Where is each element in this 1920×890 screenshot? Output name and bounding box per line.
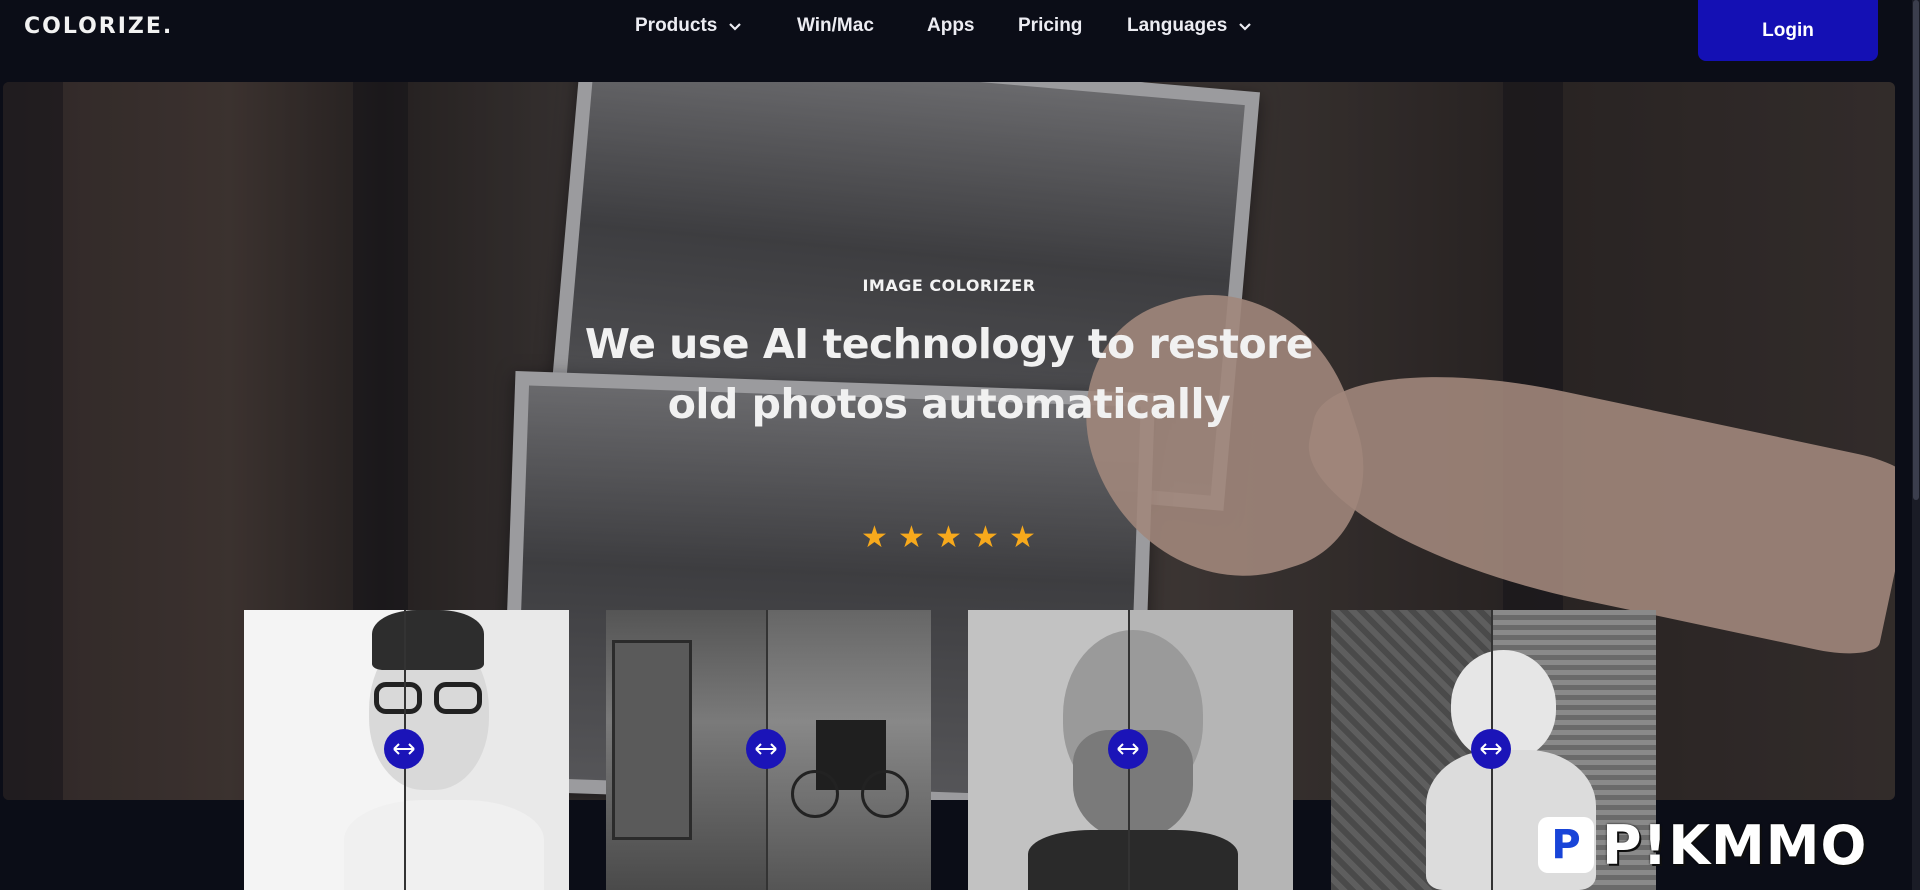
nav-win-mac[interactable]: Win/Mac [797, 15, 874, 37]
comparison-card-portrait[interactable] [244, 610, 569, 890]
suit [1028, 830, 1238, 890]
top-navigation: COLORIZE. Products Win/Mac Apps Pricing … [0, 0, 1920, 80]
watermark-text: P!KMMO [1602, 813, 1868, 877]
hero-eyebrow: IMAGE COLORIZER [862, 276, 1036, 295]
star-icon: ★ [898, 521, 925, 554]
scrollbar-thumb[interactable] [1913, 0, 1919, 500]
compare-handle[interactable] [746, 729, 786, 769]
pikmmo-logo-icon: P [1538, 817, 1594, 873]
shirt [344, 800, 544, 890]
star-icon: ★ [972, 521, 999, 554]
nav-apps-label: Apps [927, 15, 975, 36]
nav-languages-label: Languages [1127, 15, 1228, 36]
bicycle-wheel [791, 770, 839, 818]
nav-products[interactable]: Products [635, 15, 743, 37]
colorize-logo[interactable]: COLORIZE. [24, 14, 173, 39]
glasses-right [434, 682, 482, 714]
compare-handle[interactable] [1108, 729, 1148, 769]
nav-apps[interactable]: Apps [927, 15, 975, 37]
comparison-card-graffiti[interactable] [606, 610, 931, 890]
left-right-arrow-icon [1480, 743, 1502, 755]
pikmmo-watermark: P P!KMMO [1538, 812, 1867, 878]
hero-headline: We use AI technology to restore old phot… [584, 320, 1314, 428]
left-right-arrow-icon [1117, 743, 1139, 755]
chevron-down-icon [1239, 23, 1252, 31]
compare-handle[interactable] [1471, 729, 1511, 769]
bicycle-wheel [861, 770, 909, 818]
nav-pricing[interactable]: Pricing [1018, 15, 1082, 37]
nav-win-mac-label: Win/Mac [797, 15, 874, 36]
nav-pricing-label: Pricing [1018, 15, 1083, 36]
comparison-card-old-man[interactable] [968, 610, 1293, 890]
chevron-down-icon [729, 23, 742, 31]
star-icon: ★ [935, 521, 962, 554]
star-icon: ★ [861, 521, 888, 554]
nav-languages[interactable]: Languages [1127, 15, 1253, 37]
rating-stars: ★ ★ ★ ★ ★ [861, 521, 1037, 554]
login-button[interactable]: Login [1698, 0, 1878, 61]
left-right-arrow-icon [393, 743, 415, 755]
compare-handle[interactable] [384, 729, 424, 769]
watermark-letter: P [1551, 822, 1581, 868]
door [612, 640, 692, 840]
star-icon: ★ [1009, 521, 1036, 554]
hair [372, 610, 484, 670]
left-right-arrow-icon [755, 743, 777, 755]
nav-products-label: Products [635, 15, 718, 36]
glasses-left [374, 682, 422, 714]
